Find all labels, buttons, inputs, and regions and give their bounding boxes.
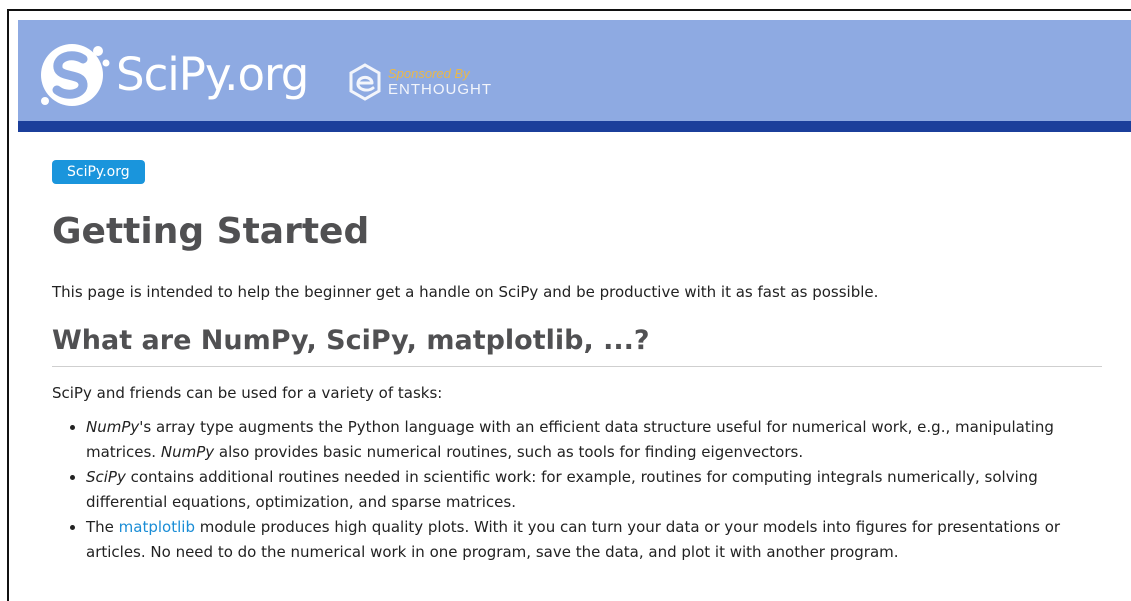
enthought-logo-icon — [349, 63, 381, 101]
scipy-home-link[interactable]: SciPy.org — [36, 38, 309, 110]
page-title: Getting Started — [52, 211, 370, 252]
scipy-logo-icon — [41, 44, 110, 106]
numpy-term-2: NumPy — [160, 443, 215, 461]
list-item-numpy: NumPy's array type augments the Python l… — [86, 415, 1112, 465]
numpy-term: NumPy — [86, 418, 140, 436]
web-page: SciPy.org Sponsored By ENTHOUGHT SciPy.o… — [18, 20, 1131, 601]
site-header: SciPy.org Sponsored By ENTHOUGHT — [18, 20, 1131, 121]
matplotlib-pre: The — [86, 518, 119, 536]
matplotlib-text: module produces high quality plots. With… — [86, 518, 1061, 561]
header-accent-bar — [18, 121, 1131, 132]
sponsor-badge[interactable]: Sponsored By ENTHOUGHT — [348, 58, 492, 106]
feature-list: NumPy's array type augments the Python l… — [52, 415, 1112, 565]
section-lead: SciPy and friends can be used for a vari… — [52, 384, 443, 402]
main-content: SciPy.org Getting Started This page is i… — [52, 160, 1112, 565]
screenshot-frame: SciPy.org Sponsored By ENTHOUGHT SciPy.o… — [7, 9, 1131, 601]
intro-paragraph: This page is intended to help the beginn… — [52, 283, 879, 301]
matplotlib-link[interactable]: matplotlib — [119, 518, 195, 536]
numpy-text-2: also provides basic numerical routines, … — [214, 443, 804, 461]
sponsor-name: ENTHOUGHT — [388, 81, 492, 98]
sponsored-by-label: Sponsored By — [388, 66, 470, 81]
list-item-scipy: SciPy contains additional routines neede… — [86, 465, 1112, 515]
scipy-term: SciPy — [86, 468, 126, 486]
scipy-text: contains additional routines needed in s… — [86, 468, 1038, 511]
site-logo-text: SciPy.org — [116, 47, 309, 101]
breadcrumb-scipy-org[interactable]: SciPy.org — [52, 160, 145, 184]
section-heading: What are NumPy, SciPy, matplotlib, ...? — [52, 327, 1102, 367]
list-item-matplotlib: The matplotlib module produces high qual… — [86, 515, 1112, 565]
